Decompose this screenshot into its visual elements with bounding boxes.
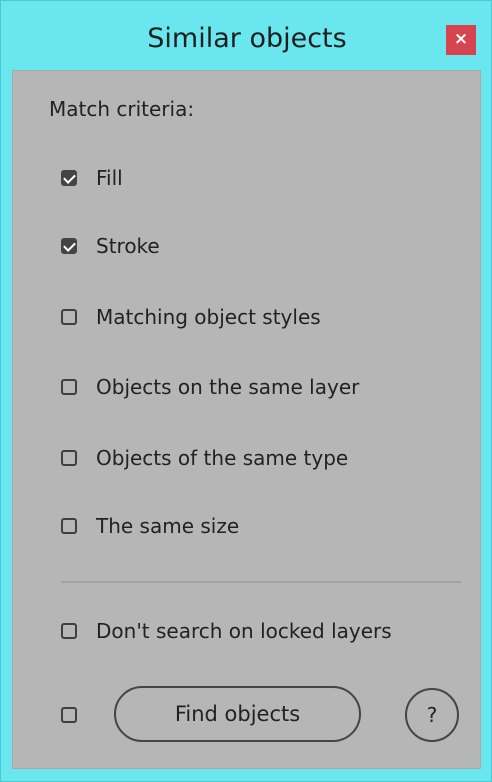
matching-object-styles-label: Matching object styles [96, 305, 321, 329]
fill-label: Fill [96, 166, 123, 190]
criteria-same-size[interactable]: The same size [1, 512, 471, 546]
matching-object-styles-checkbox[interactable] [61, 309, 77, 325]
locked-layers-option[interactable]: Don't search on locked layers [1, 617, 471, 651]
stroke-checkbox[interactable] [61, 238, 77, 254]
stroke-label: Stroke [96, 234, 160, 258]
same-size-checkbox[interactable] [61, 518, 77, 534]
fill-checkbox[interactable] [61, 170, 77, 186]
same-layer-label: Objects on the same layer [96, 375, 360, 399]
criteria-fill[interactable]: Fill [1, 164, 471, 198]
close-button[interactable]: × [446, 25, 476, 55]
find-objects-button[interactable]: Find objects [114, 686, 361, 742]
similar-objects-window: Similar objects × Match criteria: Fill S… [0, 0, 492, 782]
same-type-checkbox[interactable] [61, 450, 77, 466]
criteria-matching-object-styles[interactable]: Matching object styles [1, 303, 471, 337]
same-layer-checkbox[interactable] [61, 379, 77, 395]
locked-layers-checkbox[interactable] [61, 623, 77, 639]
criteria-stroke[interactable]: Stroke [1, 232, 471, 266]
match-criteria-heading: Match criteria: [49, 97, 195, 121]
locked-layers-label: Don't search on locked layers [96, 619, 392, 643]
bottom-checkbox[interactable] [61, 707, 77, 723]
criteria-same-layer[interactable]: Objects on the same layer [1, 373, 471, 407]
window-title: Similar objects [147, 23, 347, 54]
title-bar[interactable]: Similar objects × [1, 1, 492, 69]
divider [61, 581, 461, 583]
same-type-label: Objects of the same type [96, 446, 349, 470]
close-icon: × [453, 29, 469, 49]
criteria-same-type[interactable]: Objects of the same type [1, 444, 471, 478]
help-button[interactable]: ? [405, 688, 459, 742]
same-size-label: The same size [96, 514, 240, 538]
